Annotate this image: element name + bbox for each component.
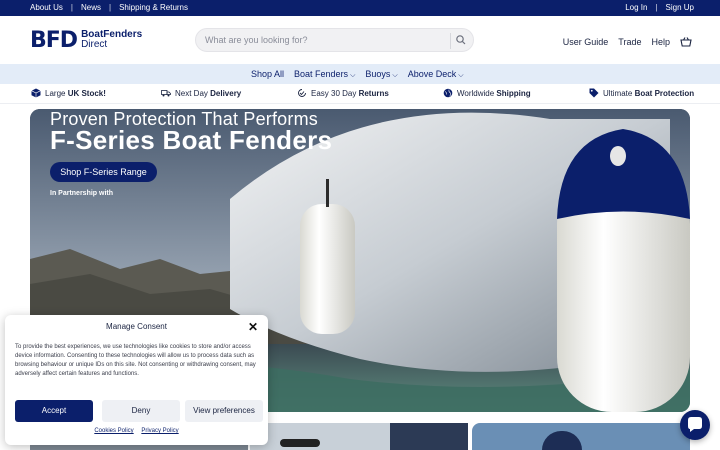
nav-item-above-deck[interactable]: Above Deck ⌵ bbox=[408, 69, 464, 80]
consent-title: Manage Consent bbox=[106, 322, 167, 331]
tag-icon bbox=[589, 88, 599, 98]
consent-policy-links: Cookies Policy Privacy Policy bbox=[5, 428, 268, 434]
top-utility-bar: About Us | News | Shipping & Returns Log… bbox=[0, 0, 720, 16]
usp-item-delivery: Next Day Delivery bbox=[161, 88, 241, 98]
usp-text: Next Day Delivery bbox=[175, 88, 242, 98]
accept-button[interactable]: Accept bbox=[15, 400, 93, 422]
site-header: BFD BoatFenders Direct What are you look… bbox=[0, 16, 720, 64]
separator: | bbox=[70, 3, 73, 12]
product-thumbnail-detail bbox=[390, 423, 468, 450]
box-icon bbox=[31, 88, 41, 98]
chevron-down-icon: ⌵ bbox=[458, 72, 464, 79]
usp-text: Ultimate Boat Protection bbox=[603, 88, 695, 98]
nav-item-label: Above Deck bbox=[407, 69, 457, 79]
truck-icon bbox=[161, 90, 171, 97]
usp-item-protection: Ultimate Boat Protection bbox=[589, 88, 694, 98]
close-icon[interactable]: ✕ bbox=[248, 320, 258, 334]
search-input[interactable]: What are you looking for? bbox=[195, 28, 474, 52]
main-nav: Shop All Boat Fenders ⌵ Buoys ⌵ Above Deck… bbox=[0, 64, 720, 84]
log-in-link[interactable]: Log In bbox=[625, 3, 647, 12]
search-placeholder: What are you looking for? bbox=[205, 35, 308, 45]
nav-item-shop-all[interactable]: Shop All bbox=[251, 69, 284, 80]
usp-text: Easy 30 Day Returns bbox=[311, 88, 389, 98]
partner-text: In Partnership with bbox=[50, 190, 114, 197]
nav-item-label: Boat Fenders bbox=[294, 69, 349, 79]
separator: | bbox=[109, 3, 112, 12]
return-icon bbox=[298, 89, 306, 97]
logo-text: BoatFenders Direct bbox=[81, 30, 142, 50]
chat-button[interactable] bbox=[680, 410, 710, 440]
consent-body: To provide the best experiences, we use … bbox=[15, 344, 256, 377]
user-guide-link[interactable]: User Guide bbox=[563, 37, 609, 47]
news-link[interactable]: News bbox=[81, 3, 101, 12]
header-links: User Guide Trade Help bbox=[563, 36, 692, 48]
help-link[interactable]: Help bbox=[651, 37, 670, 47]
usp-item-stock: Large UK Stock! bbox=[31, 88, 106, 98]
product-thumbnail[interactable] bbox=[250, 423, 468, 450]
nav-item-label: Buoys bbox=[365, 69, 391, 79]
cookie-consent-dialog: Manage Consent ✕ To provide the best exp… bbox=[5, 315, 268, 445]
chat-bubble-icon bbox=[688, 417, 702, 432]
product-thumbnail-detail bbox=[542, 431, 582, 450]
view-preferences-button[interactable]: View preferences bbox=[185, 400, 263, 422]
nav-item-buoys[interactable]: Buoys ⌵ bbox=[365, 69, 397, 80]
usp-strip: Large UK Stock! Next Day Delivery Easy 3… bbox=[0, 84, 720, 104]
about-us-link[interactable]: About Us bbox=[30, 3, 63, 12]
top-right-links: Log In | Sign Up bbox=[625, 3, 694, 12]
search-divider bbox=[450, 33, 451, 49]
chevron-down-icon: ⌵ bbox=[350, 72, 356, 79]
cookies-policy-link[interactable]: Cookies Policy bbox=[94, 428, 133, 434]
site-logo[interactable]: BFD BoatFenders Direct bbox=[30, 24, 142, 56]
sign-up-link[interactable]: Sign Up bbox=[666, 3, 694, 12]
search-icon[interactable] bbox=[455, 34, 467, 46]
shop-f-series-button[interactable]: Shop F-Series Range bbox=[50, 162, 157, 182]
trade-link[interactable]: Trade bbox=[618, 37, 641, 47]
usp-text: Worldwide Shipping bbox=[457, 88, 531, 98]
basket-icon[interactable] bbox=[680, 36, 692, 48]
usp-item-returns: Easy 30 Day Returns bbox=[297, 88, 389, 98]
product-thumbnail-detail bbox=[280, 439, 320, 447]
deny-button[interactable]: Deny bbox=[102, 400, 180, 422]
separator: | bbox=[655, 3, 658, 12]
nav-item-boat-fenders[interactable]: Boat Fenders ⌵ bbox=[294, 69, 355, 80]
privacy-policy-link[interactable]: Privacy Policy bbox=[141, 428, 178, 434]
nav-item-label: Shop All bbox=[251, 69, 285, 79]
logo-line-2: Direct bbox=[81, 39, 108, 50]
chevron-down-icon: ⌵ bbox=[392, 72, 398, 79]
top-left-links: About Us | News | Shipping & Returns bbox=[30, 3, 188, 12]
usp-text: Large UK Stock! bbox=[45, 88, 106, 98]
shipping-returns-link[interactable]: Shipping & Returns bbox=[119, 3, 188, 12]
logo-mark: BFD bbox=[30, 27, 78, 53]
usp-item-shipping: Worldwide Shipping bbox=[443, 88, 531, 98]
globe-icon bbox=[443, 88, 453, 98]
product-thumbnail[interactable] bbox=[472, 423, 690, 450]
nav-items: Shop All Boat Fenders ⌵ Buoys ⌵ Above Deck… bbox=[251, 69, 464, 80]
hero-title: F-Series Boat Fenders bbox=[50, 125, 333, 155]
